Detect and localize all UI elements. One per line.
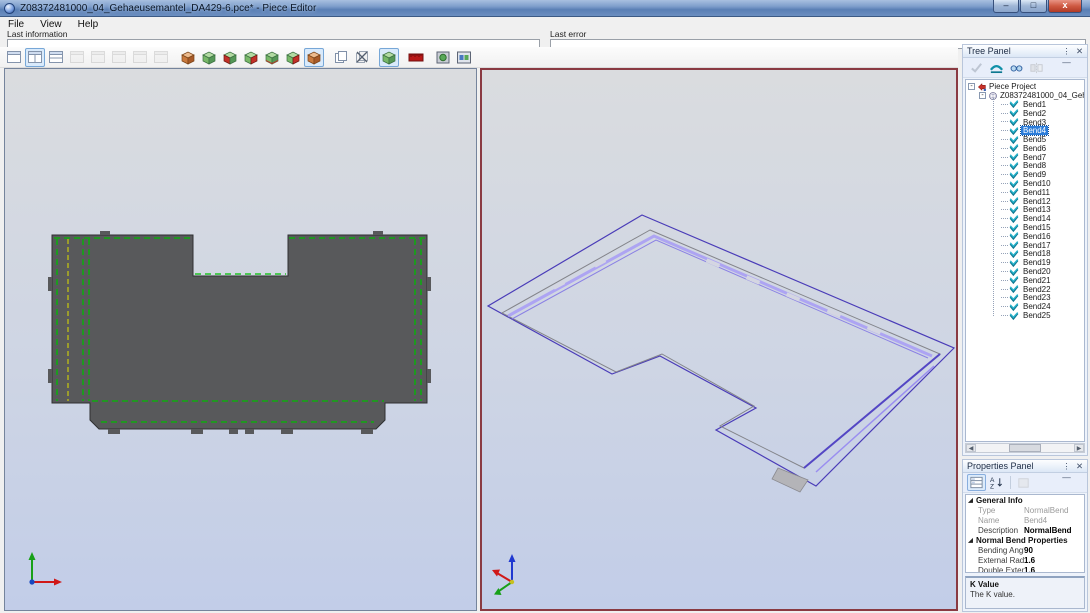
property-row-double-extens-[interactable]: Double Extens.1.6 [966, 565, 1084, 573]
project-icon [977, 82, 987, 92]
view-layout-b-button [88, 48, 108, 67]
status-fields-bar: Last information Last error [0, 30, 1090, 47]
property-grid: ◢General InfoTypeNormalBendNameBend4Desc… [965, 494, 1085, 573]
title-bar: Z08372481000_04_Gehaeusemantel_DA429-6.p… [0, 0, 1090, 17]
main-toolbar [0, 47, 958, 68]
flat-view-active-button[interactable] [379, 48, 399, 67]
project-tree: - Piece Project - Z08372481000_04_Gehaeu… [965, 79, 1085, 442]
tree-panel-title: Tree Panel [967, 46, 1011, 56]
pin-icon[interactable]: ⋮— [1061, 46, 1072, 57]
category-collapse-icon[interactable]: ◢ [966, 537, 975, 544]
view-horizontal-split-button[interactable] [46, 48, 66, 67]
axis-triad-2d [29, 552, 63, 586]
property-row-external-radiu-[interactable]: External Radiu.1.6 [966, 555, 1084, 565]
material-strip-button[interactable] [406, 48, 426, 67]
last-information-label: Last information [7, 30, 540, 38]
property-row-bending-angle[interactable]: Bending Angle90 [966, 545, 1084, 555]
view-single-pane-button[interactable] [4, 48, 24, 67]
view-layout-a-button [67, 48, 87, 67]
properties-close-icon[interactable]: ✕ [1074, 461, 1085, 472]
bend-list: Bend1Bend2Bend3Bend4Bend5Bend6Bend7Bend8… [1001, 100, 1084, 320]
bend-icon [1009, 311, 1019, 321]
tree-node-project[interactable]: - Piece Project [968, 82, 1084, 91]
last-error-label: Last error [550, 30, 1086, 38]
sphere-frame-button[interactable] [433, 48, 453, 67]
copy-disabled-button[interactable] [352, 48, 372, 67]
piece-editor-window: Z08372481000_04_Gehaeusemantel_DA429-6.p… [0, 0, 1090, 613]
property-pages-button [1014, 474, 1033, 491]
scroll-right-arrow[interactable]: ▶ [1074, 444, 1084, 452]
bend-tool-3-button[interactable] [262, 48, 282, 67]
property-category[interactable]: ◢Normal Bend Properties [966, 535, 1084, 545]
part-3d-drawing [482, 70, 956, 609]
tree-panel-header: Tree Panel ⋮— ✕ [963, 45, 1087, 58]
sheet-flat-shape [48, 231, 431, 434]
tree-horizontal-scrollbar[interactable]: ◀ ▶ [965, 443, 1085, 453]
tree-close-icon[interactable]: ✕ [1074, 46, 1085, 57]
solid-view-active-button[interactable] [304, 48, 324, 67]
bend-tool-icon[interactable] [987, 59, 1006, 76]
close-button[interactable]: x [1048, 0, 1082, 13]
property-description-title: K Value [970, 580, 1080, 589]
properties-panel-title: Properties Panel [967, 461, 1034, 471]
property-description-text: The K value. [970, 590, 1080, 599]
validate-tool-icon [967, 59, 986, 76]
view-layout-c-button [109, 48, 129, 67]
collapse-icon[interactable]: - [979, 92, 986, 99]
flat-pattern-drawing [5, 69, 476, 610]
scroll-thumb[interactable] [1009, 444, 1040, 452]
part-3d-view[interactable] [480, 68, 958, 611]
property-row-description[interactable]: DescriptionNormalBend [966, 525, 1084, 535]
compare-frame-button[interactable] [454, 48, 474, 67]
bend-tool-4-button[interactable] [283, 48, 303, 67]
tree-panel: Tree Panel ⋮— ✕ - Piece Project - Z08372… [962, 44, 1088, 456]
maximize-button[interactable]: □ [1020, 0, 1047, 13]
property-description: K Value The K value. [965, 576, 1085, 609]
unfolded-part-button[interactable] [199, 48, 219, 67]
property-row-type[interactable]: TypeNormalBend [966, 505, 1084, 515]
property-row-name[interactable]: NameBend4 [966, 515, 1084, 525]
app-icon [4, 3, 15, 14]
pin-icon[interactable]: ⋮— [1061, 461, 1072, 472]
bend-tool-2-button[interactable] [241, 48, 261, 67]
properties-panel: Properties Panel ⋮— ✕ ◢General InfoTypeN… [962, 459, 1088, 612]
bend-tool-1-button[interactable] [220, 48, 240, 67]
tree-node-part[interactable]: - Z08372481000_04_Gehaeusema [979, 91, 1084, 100]
alphabetical-sort-button[interactable] [987, 474, 1006, 491]
view-layout-d-button [130, 48, 150, 67]
category-collapse-icon[interactable]: ◢ [966, 497, 975, 504]
flange-rim [488, 215, 954, 486]
view-layout-e-button [151, 48, 171, 67]
minimize-button[interactable]: – [993, 0, 1019, 13]
collapse-icon[interactable]: - [968, 83, 975, 90]
solid-part-button[interactable] [178, 48, 198, 67]
scroll-left-arrow[interactable]: ◀ [966, 444, 976, 452]
flat-pattern-2d-view[interactable] [4, 68, 477, 611]
categorized-view-button[interactable] [967, 474, 986, 491]
window-title: Z08372481000_04_Gehaeusemantel_DA429-6.p… [20, 3, 316, 14]
property-category[interactable]: ◢General Info [966, 495, 1084, 505]
properties-panel-header: Properties Panel ⋮— ✕ [963, 460, 1087, 473]
view-two-pane-split-button[interactable] [25, 48, 45, 67]
tree-node-bend25[interactable]: Bend25 [1001, 311, 1084, 320]
sidebar: Tree Panel ⋮— ✕ - Piece Project - Z08372… [962, 44, 1088, 612]
mirror-tool-icon [1027, 59, 1046, 76]
axis-triad-3d [492, 554, 516, 595]
view-glasses-icon[interactable] [1007, 59, 1026, 76]
copy-piece-button[interactable] [331, 48, 351, 67]
